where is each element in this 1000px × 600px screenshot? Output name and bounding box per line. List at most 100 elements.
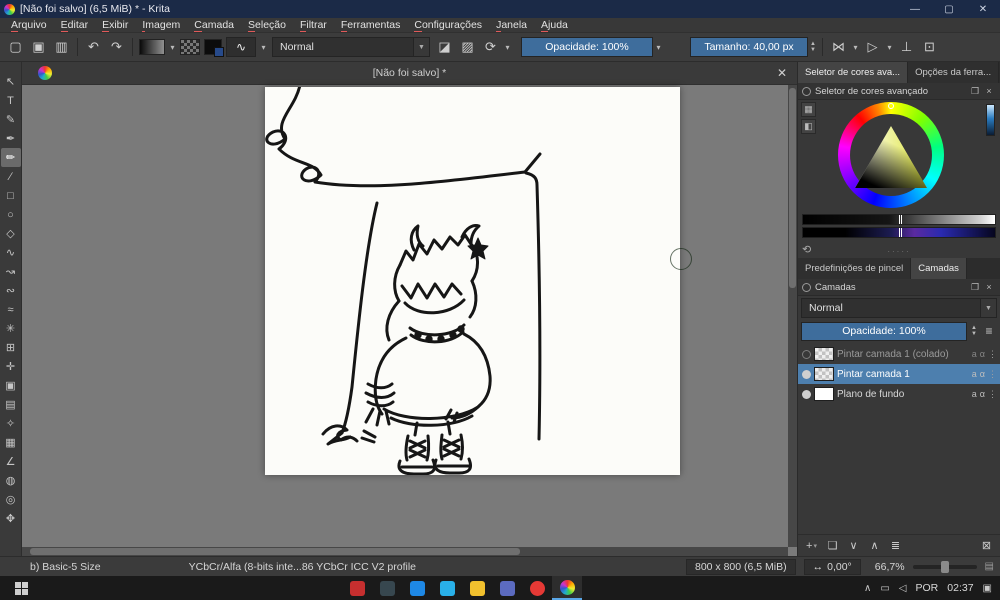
redo-icon[interactable]: ↷ <box>105 36 128 58</box>
docker-tab[interactable]: Seletor de cores ava... <box>798 62 909 83</box>
docker-float-icon[interactable]: ❐ <box>968 86 982 97</box>
combo-arrow-icon[interactable]: ▼ <box>413 38 429 56</box>
undo-icon[interactable]: ↶ <box>82 36 105 58</box>
menu-item[interactable]: Imagem <box>135 19 187 32</box>
color-sampler-tool[interactable]: ✧ <box>1 414 21 433</box>
layer-properties-button[interactable]: ≣ <box>886 537 905 555</box>
horizontal-scrollbar-thumb[interactable] <box>30 548 520 555</box>
vertical-scrollbar[interactable] <box>788 85 797 547</box>
layer-row[interactable]: Pintar camada 1 (colado) a α ⋮ <box>798 344 1000 364</box>
taskbar-app-krita[interactable] <box>552 576 582 600</box>
layer-thumbnail[interactable] <box>814 387 834 401</box>
docker-resize-dots[interactable]: ····· <box>798 247 1000 256</box>
menu-item[interactable]: Editar <box>54 19 95 32</box>
text-tool[interactable]: T <box>1 91 21 110</box>
clock[interactable]: 02:37 <box>947 582 973 594</box>
polyline-tool[interactable]: ∿ <box>1 243 21 262</box>
layer-row[interactable]: Plano de fundo a α ⋮ <box>798 384 1000 404</box>
polygon-tool[interactable]: ◇ <box>1 224 21 243</box>
layer-thumbnail[interactable] <box>814 347 834 361</box>
brush-size-slider[interactable]: Tamanho: 40,00 px <box>690 37 808 57</box>
docker-tab[interactable]: Camadas <box>911 258 967 279</box>
menu-item[interactable]: Filtrar <box>293 19 334 32</box>
advanced-color-selector[interactable]: ▦ ◧ ⟲ ····· <box>798 100 1000 258</box>
color-history-strip[interactable] <box>986 104 995 136</box>
maximize-button[interactable]: ▢ <box>932 0 966 18</box>
reload-preset-icon[interactable]: ⟳ <box>479 36 502 58</box>
layer-alpha-icon[interactable]: α <box>980 369 985 379</box>
taskbar-app-telegram[interactable] <box>432 576 462 600</box>
move-layer-down-button[interactable]: ∨ <box>844 537 863 555</box>
layer-blend-mode-combo[interactable]: Normal ▼ <box>801 298 997 318</box>
eraser-mode-icon[interactable]: ◪ <box>433 36 456 58</box>
canvas-angle[interactable]: ↔ 0,00° <box>803 558 861 575</box>
wrap-around-icon[interactable]: ▷ <box>861 36 884 58</box>
measure-tool[interactable]: ∠ <box>1 452 21 471</box>
layer-alpha-icon[interactable]: α <box>980 349 985 359</box>
close-button[interactable]: ✕ <box>966 0 1000 18</box>
combo-arrow-icon[interactable]: ▼ <box>980 299 996 317</box>
preserve-alpha-icon[interactable]: ▨ <box>456 36 479 58</box>
delete-layer-button[interactable]: ⊠ <box>977 537 996 555</box>
layer-options-icon[interactable]: ⋮ <box>988 349 997 360</box>
edit-shapes-tool[interactable]: ✎ <box>1 110 21 129</box>
horizontal-mirror-icon[interactable]: ⋈ <box>827 36 850 58</box>
docker-tab[interactable]: Opções da ferra... <box>908 62 1000 83</box>
docker-close-icon[interactable]: × <box>982 282 996 292</box>
taskbar-app-calendar[interactable] <box>402 576 432 600</box>
display-tray-icon[interactable]: ▭ <box>880 583 889 594</box>
vertical-scrollbar-thumb[interactable] <box>789 88 796 288</box>
horizontal-scrollbar[interactable] <box>22 547 788 556</box>
assistant-grid-icon[interactable]: ⊡ <box>918 36 941 58</box>
add-layer-button[interactable]: + ▾ <box>802 537 821 555</box>
layer-thumbnail[interactable] <box>814 367 834 381</box>
layer-alpha-icon[interactable]: α <box>980 389 985 399</box>
fill-tool[interactable]: ◍ <box>1 471 21 490</box>
layers-menu-icon[interactable]: ≡ <box>981 322 997 340</box>
taskbar-app-discord[interactable] <box>492 576 522 600</box>
line-tool[interactable]: ∕ <box>1 167 21 186</box>
move-tool[interactable]: ✛ <box>1 357 21 376</box>
start-button[interactable] <box>0 576 42 600</box>
taskbar-app-dark[interactable] <box>372 576 402 600</box>
wrap-dropdown-icon[interactable]: ▾ <box>884 37 895 57</box>
snap-icon[interactable]: ⊥ <box>895 36 918 58</box>
zoom-slider-thumb[interactable] <box>941 560 950 573</box>
layer-visibility-icon[interactable] <box>802 389 811 399</box>
volume-tray-icon[interactable]: ◁ <box>899 583 907 594</box>
gradient-tool[interactable]: ▤ <box>1 395 21 414</box>
freehand-path-tool[interactable]: ∾ <box>1 281 21 300</box>
reload-dropdown-icon[interactable]: ▾ <box>502 37 513 57</box>
pattern-edit-tool[interactable]: ▦ <box>1 433 21 452</box>
layer-lock-icon[interactable]: a <box>972 349 977 359</box>
transform-tool[interactable]: ⊞ <box>1 338 21 357</box>
taskbar-app-folder[interactable] <box>462 576 492 600</box>
save-document-icon[interactable]: ▥ <box>50 36 73 58</box>
ellipse-tool[interactable]: ○ <box>1 205 21 224</box>
docker-tab[interactable]: Predefinições de pincel <box>798 258 912 279</box>
menu-item[interactable]: Arquivo <box>4 19 54 32</box>
duplicate-layer-button[interactable]: ❏ <box>823 537 842 555</box>
docker-close-icon[interactable]: × <box>982 86 996 96</box>
opacity-dropdown-icon[interactable]: ▾ <box>653 37 664 57</box>
bezier-curve-tool[interactable]: ↝ <box>1 262 21 281</box>
color-shade-icon[interactable]: ◧ <box>801 119 816 134</box>
menu-item[interactable]: Camada <box>187 19 241 32</box>
notification-center-icon[interactable]: ▣ <box>983 583 992 594</box>
gradient-dropdown-icon[interactable]: ▾ <box>167 37 178 57</box>
menu-item[interactable]: Configurações <box>407 19 489 32</box>
color-settings-icon[interactable]: ▦ <box>801 102 816 117</box>
canvas[interactable] <box>265 87 680 475</box>
crop-tool[interactable]: ▣ <box>1 376 21 395</box>
dynamic-brush-tool[interactable]: ≈ <box>1 300 21 319</box>
layer-lock-icon[interactable]: a <box>972 369 977 379</box>
docker-float-icon[interactable]: ❐ <box>968 282 982 293</box>
pan-tool[interactable]: ✥ <box>1 509 21 528</box>
zoom-slider[interactable] <box>912 560 977 573</box>
layer-visibility-icon[interactable] <box>802 349 811 359</box>
brush-size-spinner[interactable]: ▲ ▼ <box>808 37 818 57</box>
move-layer-up-button[interactable]: ∧ <box>865 537 884 555</box>
open-document-icon[interactable]: ▣ <box>27 36 50 58</box>
layer-visibility-icon[interactable] <box>802 369 811 379</box>
layer-name[interactable]: Pintar camada 1 <box>837 369 969 380</box>
